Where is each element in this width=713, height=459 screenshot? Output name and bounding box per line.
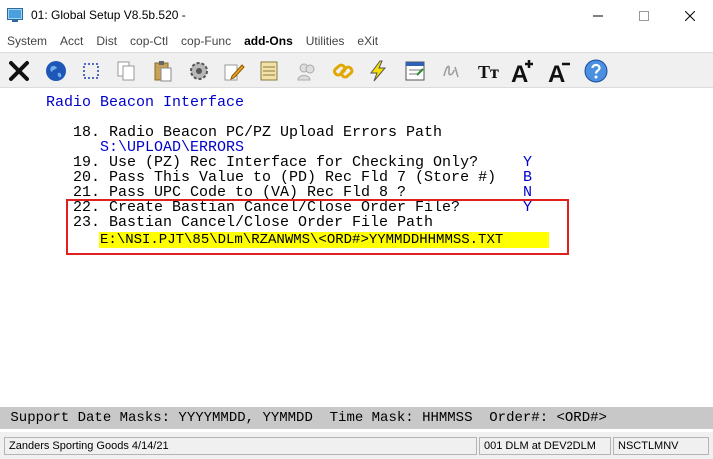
svg-text:Tт: Tт bbox=[478, 62, 499, 82]
field-21-label: 21. Pass UPC Code to (VA) Rec Fld 8 ? bbox=[73, 184, 407, 201]
help-text: Support Date Masks: YYYYMMDD, YYMMDD Tim… bbox=[2, 410, 607, 426]
paste-icon bbox=[154, 60, 171, 81]
menu-exit[interactable]: eXit bbox=[357, 34, 378, 48]
font-icon: Tт bbox=[478, 62, 499, 82]
globe-button[interactable] bbox=[40, 55, 71, 86]
form-button[interactable] bbox=[399, 55, 430, 86]
copy-icon bbox=[117, 61, 134, 80]
title-bar: 01: Global Setup V8.5b.520 - bbox=[0, 0, 713, 31]
app-icon bbox=[7, 8, 23, 22]
minimize-icon bbox=[593, 15, 603, 16]
menu-utilities[interactable]: Utilities bbox=[306, 34, 345, 48]
menu-bar: System Acct Dist cop-Ctl cop-Func add-On… bbox=[0, 31, 713, 51]
toolbar: Tт A A bbox=[0, 52, 713, 88]
menu-dist[interactable]: Dist bbox=[96, 34, 117, 48]
field-18-value[interactable]: S:\UPLOAD\ERRORS bbox=[100, 140, 244, 155]
field-19-value[interactable]: Y bbox=[523, 155, 532, 170]
settings-button[interactable] bbox=[183, 55, 214, 86]
link-button[interactable] bbox=[327, 55, 358, 86]
status-company: Zanders Sporting Goods 4/14/21 bbox=[4, 437, 477, 455]
list-button[interactable] bbox=[253, 55, 284, 86]
users-icon bbox=[296, 63, 314, 80]
close-icon bbox=[685, 10, 695, 21]
close-x-icon bbox=[8, 60, 29, 81]
font-button[interactable]: Tт bbox=[472, 55, 503, 86]
font-smaller-button[interactable]: A bbox=[544, 55, 575, 86]
menu-acct[interactable]: Acct bbox=[60, 34, 83, 48]
field-21-value[interactable]: N bbox=[523, 185, 532, 200]
menu-cop-ctl[interactable]: cop-Ctl bbox=[130, 34, 168, 48]
help-line: Support Date Masks: YYYYMMDD, YYMMDD Tim… bbox=[0, 407, 713, 429]
status-bar: Zanders Sporting Goods 4/14/21 001 DLM a… bbox=[0, 432, 713, 459]
lightning-icon bbox=[369, 60, 386, 81]
menu-add-ons[interactable]: add-Ons bbox=[244, 34, 293, 48]
select-button[interactable] bbox=[75, 55, 106, 86]
globe-icon bbox=[45, 60, 66, 81]
script-button[interactable] bbox=[435, 55, 466, 86]
field-20-value[interactable]: B bbox=[523, 170, 532, 185]
status-session: 001 DLM at DEV2DLM bbox=[479, 437, 611, 455]
field-20-label: 20. Pass This Value to (PD) Rec Fld 7 (S… bbox=[73, 169, 497, 186]
font-larger-button[interactable]: A bbox=[507, 55, 538, 86]
status-program: NSCTLMNV bbox=[613, 437, 709, 455]
settings-icon bbox=[189, 61, 208, 80]
font-larger-icon: A bbox=[511, 59, 533, 84]
link-icon bbox=[332, 63, 353, 79]
screen-heading: Radio Beacon Interface bbox=[46, 94, 245, 111]
help-icon bbox=[584, 59, 607, 82]
copy-button[interactable] bbox=[110, 55, 141, 86]
window-title: 01: Global Setup V8.5b.520 - bbox=[31, 8, 186, 22]
maximize-icon bbox=[639, 10, 649, 21]
select-icon bbox=[82, 62, 99, 79]
terminal-screen: Radio Beacon Interface 18. Radio Beacon … bbox=[0, 89, 713, 407]
highlight-box bbox=[66, 199, 569, 255]
edit-button[interactable] bbox=[218, 55, 249, 86]
minimize-button[interactable] bbox=[575, 0, 621, 31]
paste-button[interactable] bbox=[147, 55, 178, 86]
lightning-button[interactable] bbox=[362, 55, 393, 86]
menu-cop-func[interactable]: cop-Func bbox=[181, 34, 231, 48]
users-button[interactable] bbox=[291, 55, 322, 86]
help-button[interactable] bbox=[580, 55, 611, 86]
exit-button[interactable] bbox=[3, 55, 34, 86]
form-icon bbox=[405, 61, 424, 80]
maximize-button[interactable] bbox=[621, 0, 667, 31]
field-18-label: 18. Radio Beacon PC/PZ Upload Errors Pat… bbox=[73, 124, 443, 141]
list-icon bbox=[260, 61, 277, 80]
menu-system[interactable]: System bbox=[7, 34, 47, 48]
field-19-label: 19. Use (PZ) Rec Interface for Checking … bbox=[73, 154, 479, 171]
script-icon bbox=[442, 65, 459, 77]
close-button[interactable] bbox=[667, 0, 713, 31]
font-smaller-icon: A bbox=[548, 61, 570, 84]
edit-icon bbox=[224, 63, 245, 80]
